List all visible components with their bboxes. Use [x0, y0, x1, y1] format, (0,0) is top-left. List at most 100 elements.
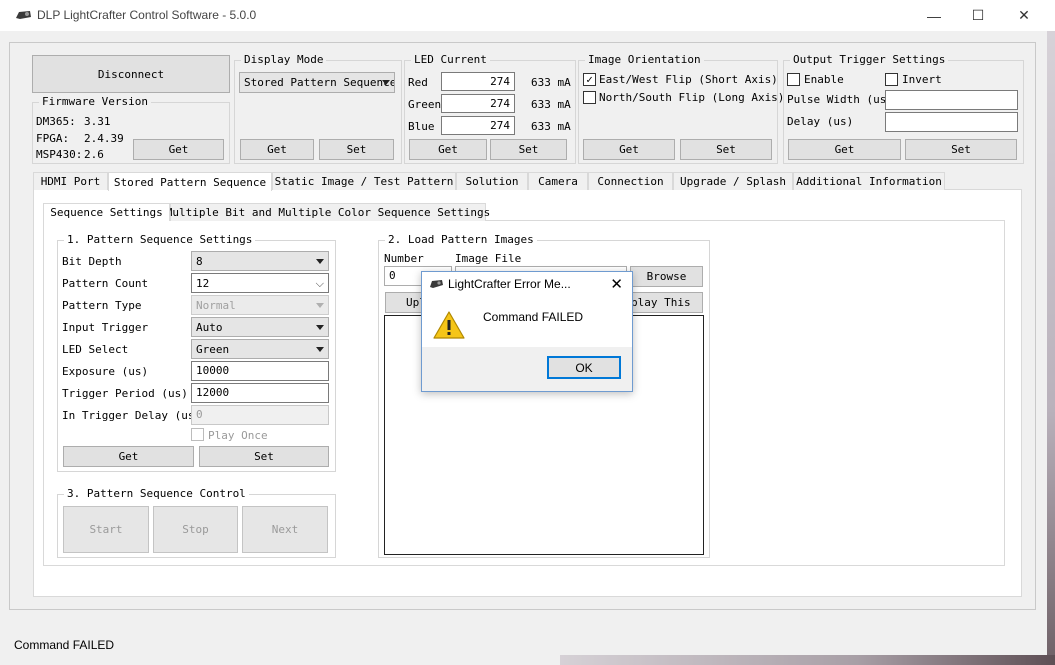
trigger-invert-checkbox[interactable] [885, 73, 898, 86]
pulse-width-label: Pulse Width (us) [787, 93, 893, 106]
chevron-down-icon: ⌵ [315, 277, 324, 290]
window-title: DLP LightCrafter Control Software - 5.0.… [37, 8, 257, 22]
start-button[interactable]: Start [63, 506, 149, 553]
trigger-period-label: Trigger Period (us) [62, 387, 188, 400]
pattern-count-combo[interactable]: 12 ⌵ [191, 273, 329, 293]
delay-label: Delay (us) [787, 115, 854, 128]
orientation-get-button[interactable]: Get [583, 139, 675, 160]
browse-button[interactable]: Browse [630, 266, 703, 287]
play-once-checkbox[interactable] [191, 428, 204, 441]
chevron-down-icon [316, 347, 324, 352]
chevron-down-icon [316, 303, 324, 308]
led-green-ma: 633 mA [531, 98, 571, 111]
in-trigger-delay-input[interactable]: 0 [191, 405, 329, 425]
pattern-count-label: Pattern Count [62, 277, 149, 290]
error-dialog: LightCrafter Error Me... ✕ Command FAILE… [421, 271, 633, 392]
dialog-title: LightCrafter Error Me... [448, 277, 571, 291]
tab-solution[interactable]: Solution [456, 172, 528, 190]
ns-flip-checkbox[interactable] [583, 91, 596, 104]
pattern-settings-title: 1. Pattern Sequence Settings [64, 233, 256, 246]
tab-stored-pattern-sequence[interactable]: Stored Pattern Sequence [108, 172, 272, 191]
subtab-multiple-bit-color[interactable]: Multiple Bit and Multiple Color Sequence… [166, 203, 490, 221]
pulse-width-input[interactable] [885, 90, 1018, 110]
ew-flip-checkbox[interactable]: ✓ [583, 73, 596, 86]
led-blue-input[interactable]: 274 [441, 116, 515, 135]
input-trigger-value: Auto [196, 321, 223, 334]
msp430-label: MSP430: [36, 148, 83, 161]
display-mode-title: Display Mode [241, 53, 327, 66]
dialog-close-icon[interactable]: ✕ [610, 275, 623, 293]
orientation-set-button[interactable]: Set [680, 139, 772, 160]
subtab-sequence-settings[interactable]: Sequence Settings [43, 203, 170, 221]
minimize-button[interactable]: — [911, 0, 957, 31]
desktop-background-bottom [560, 655, 1055, 665]
trigger-enable-label: Enable [804, 73, 844, 86]
bit-depth-label: Bit Depth [62, 255, 122, 268]
sequence-control-title: 3. Pattern Sequence Control [64, 487, 249, 500]
led-set-button[interactable]: Set [490, 139, 567, 160]
play-once-label: Play Once [208, 429, 268, 442]
led-blue-label: Blue [408, 120, 435, 133]
warning-icon [433, 311, 465, 339]
display-this-label: play This [631, 296, 691, 309]
led-select-select[interactable]: Green [191, 339, 329, 359]
tab-hdmi-port[interactable]: HDMI Port [33, 172, 108, 190]
display-this-button[interactable]: play This [627, 292, 703, 313]
led-select-value: Green [196, 343, 230, 356]
chevron-down-icon [382, 80, 390, 85]
chevron-down-icon [316, 325, 324, 330]
bit-depth-select[interactable]: 8 [191, 251, 329, 271]
pattern-settings-get-button[interactable]: Get [63, 446, 194, 467]
fpga-value: 2.4.39 [84, 132, 124, 145]
app-icon [430, 280, 443, 288]
exposure-input[interactable]: 10000 [191, 361, 329, 381]
trigger-period-input[interactable]: 12000 [191, 383, 329, 403]
firmware-get-button[interactable]: Get [133, 139, 224, 160]
image-file-label: Image File [455, 252, 522, 265]
fpga-label: FPGA: [36, 132, 70, 145]
dm365-label: DM365: [36, 115, 76, 128]
led-current-title: LED Current [411, 53, 490, 66]
maximize-button[interactable]: ☐ [955, 0, 1001, 31]
orientation-title: Image Orientation [585, 53, 704, 66]
next-button[interactable]: Next [242, 506, 328, 553]
tab-camera[interactable]: Camera [528, 172, 588, 190]
display-mode-value: Stored Pattern Sequence [244, 76, 395, 89]
in-trigger-delay-label: In Trigger Delay (us) [62, 409, 202, 422]
led-green-input[interactable]: 274 [441, 94, 515, 113]
input-trigger-select[interactable]: Auto [191, 317, 329, 337]
delay-input[interactable] [885, 112, 1018, 132]
stop-button[interactable]: Stop [153, 506, 238, 553]
disconnect-button[interactable]: Disconnect [32, 55, 230, 93]
display-mode-get-button[interactable]: Get [240, 139, 314, 160]
input-trigger-label: Input Trigger [62, 321, 149, 334]
display-mode-select[interactable]: Stored Pattern Sequence [239, 72, 395, 93]
close-button[interactable]: ✕ [1001, 0, 1047, 31]
led-green-label: Green [408, 98, 442, 111]
pattern-settings-set-button[interactable]: Set [199, 446, 329, 467]
pattern-count-value: 12 [196, 277, 210, 290]
desktop-background [1047, 31, 1055, 665]
pattern-type-select[interactable]: Normal [191, 295, 329, 315]
led-red-input[interactable]: 274 [441, 72, 515, 91]
app-icon [16, 11, 31, 19]
display-mode-set-button[interactable]: Set [319, 139, 394, 160]
tab-connection[interactable]: Connection [588, 172, 673, 190]
trigger-enable-checkbox[interactable] [787, 73, 800, 86]
ok-button[interactable]: OK [547, 356, 621, 379]
led-blue-ma: 633 mA [531, 120, 571, 133]
led-select-label: LED Select [62, 343, 129, 356]
ns-flip-label: North/South Flip (Long Axis) [599, 91, 785, 104]
tab-upgrade-splash[interactable]: Upgrade / Splash [673, 172, 793, 190]
msp430-value: 2.6 [84, 148, 104, 161]
pattern-type-label: Pattern Type [62, 299, 142, 312]
load-images-title: 2. Load Pattern Images [385, 233, 537, 246]
tab-static-image[interactable]: Static Image / Test Pattern [272, 172, 456, 190]
led-red-label: Red [408, 76, 428, 89]
trigger-get-button[interactable]: Get [788, 139, 901, 160]
led-get-button[interactable]: Get [409, 139, 487, 160]
trigger-set-button[interactable]: Set [905, 139, 1017, 160]
tab-additional-information[interactable]: Additional Information [793, 172, 945, 190]
led-red-ma: 633 mA [531, 76, 571, 89]
dialog-message: Command FAILED [483, 310, 584, 324]
